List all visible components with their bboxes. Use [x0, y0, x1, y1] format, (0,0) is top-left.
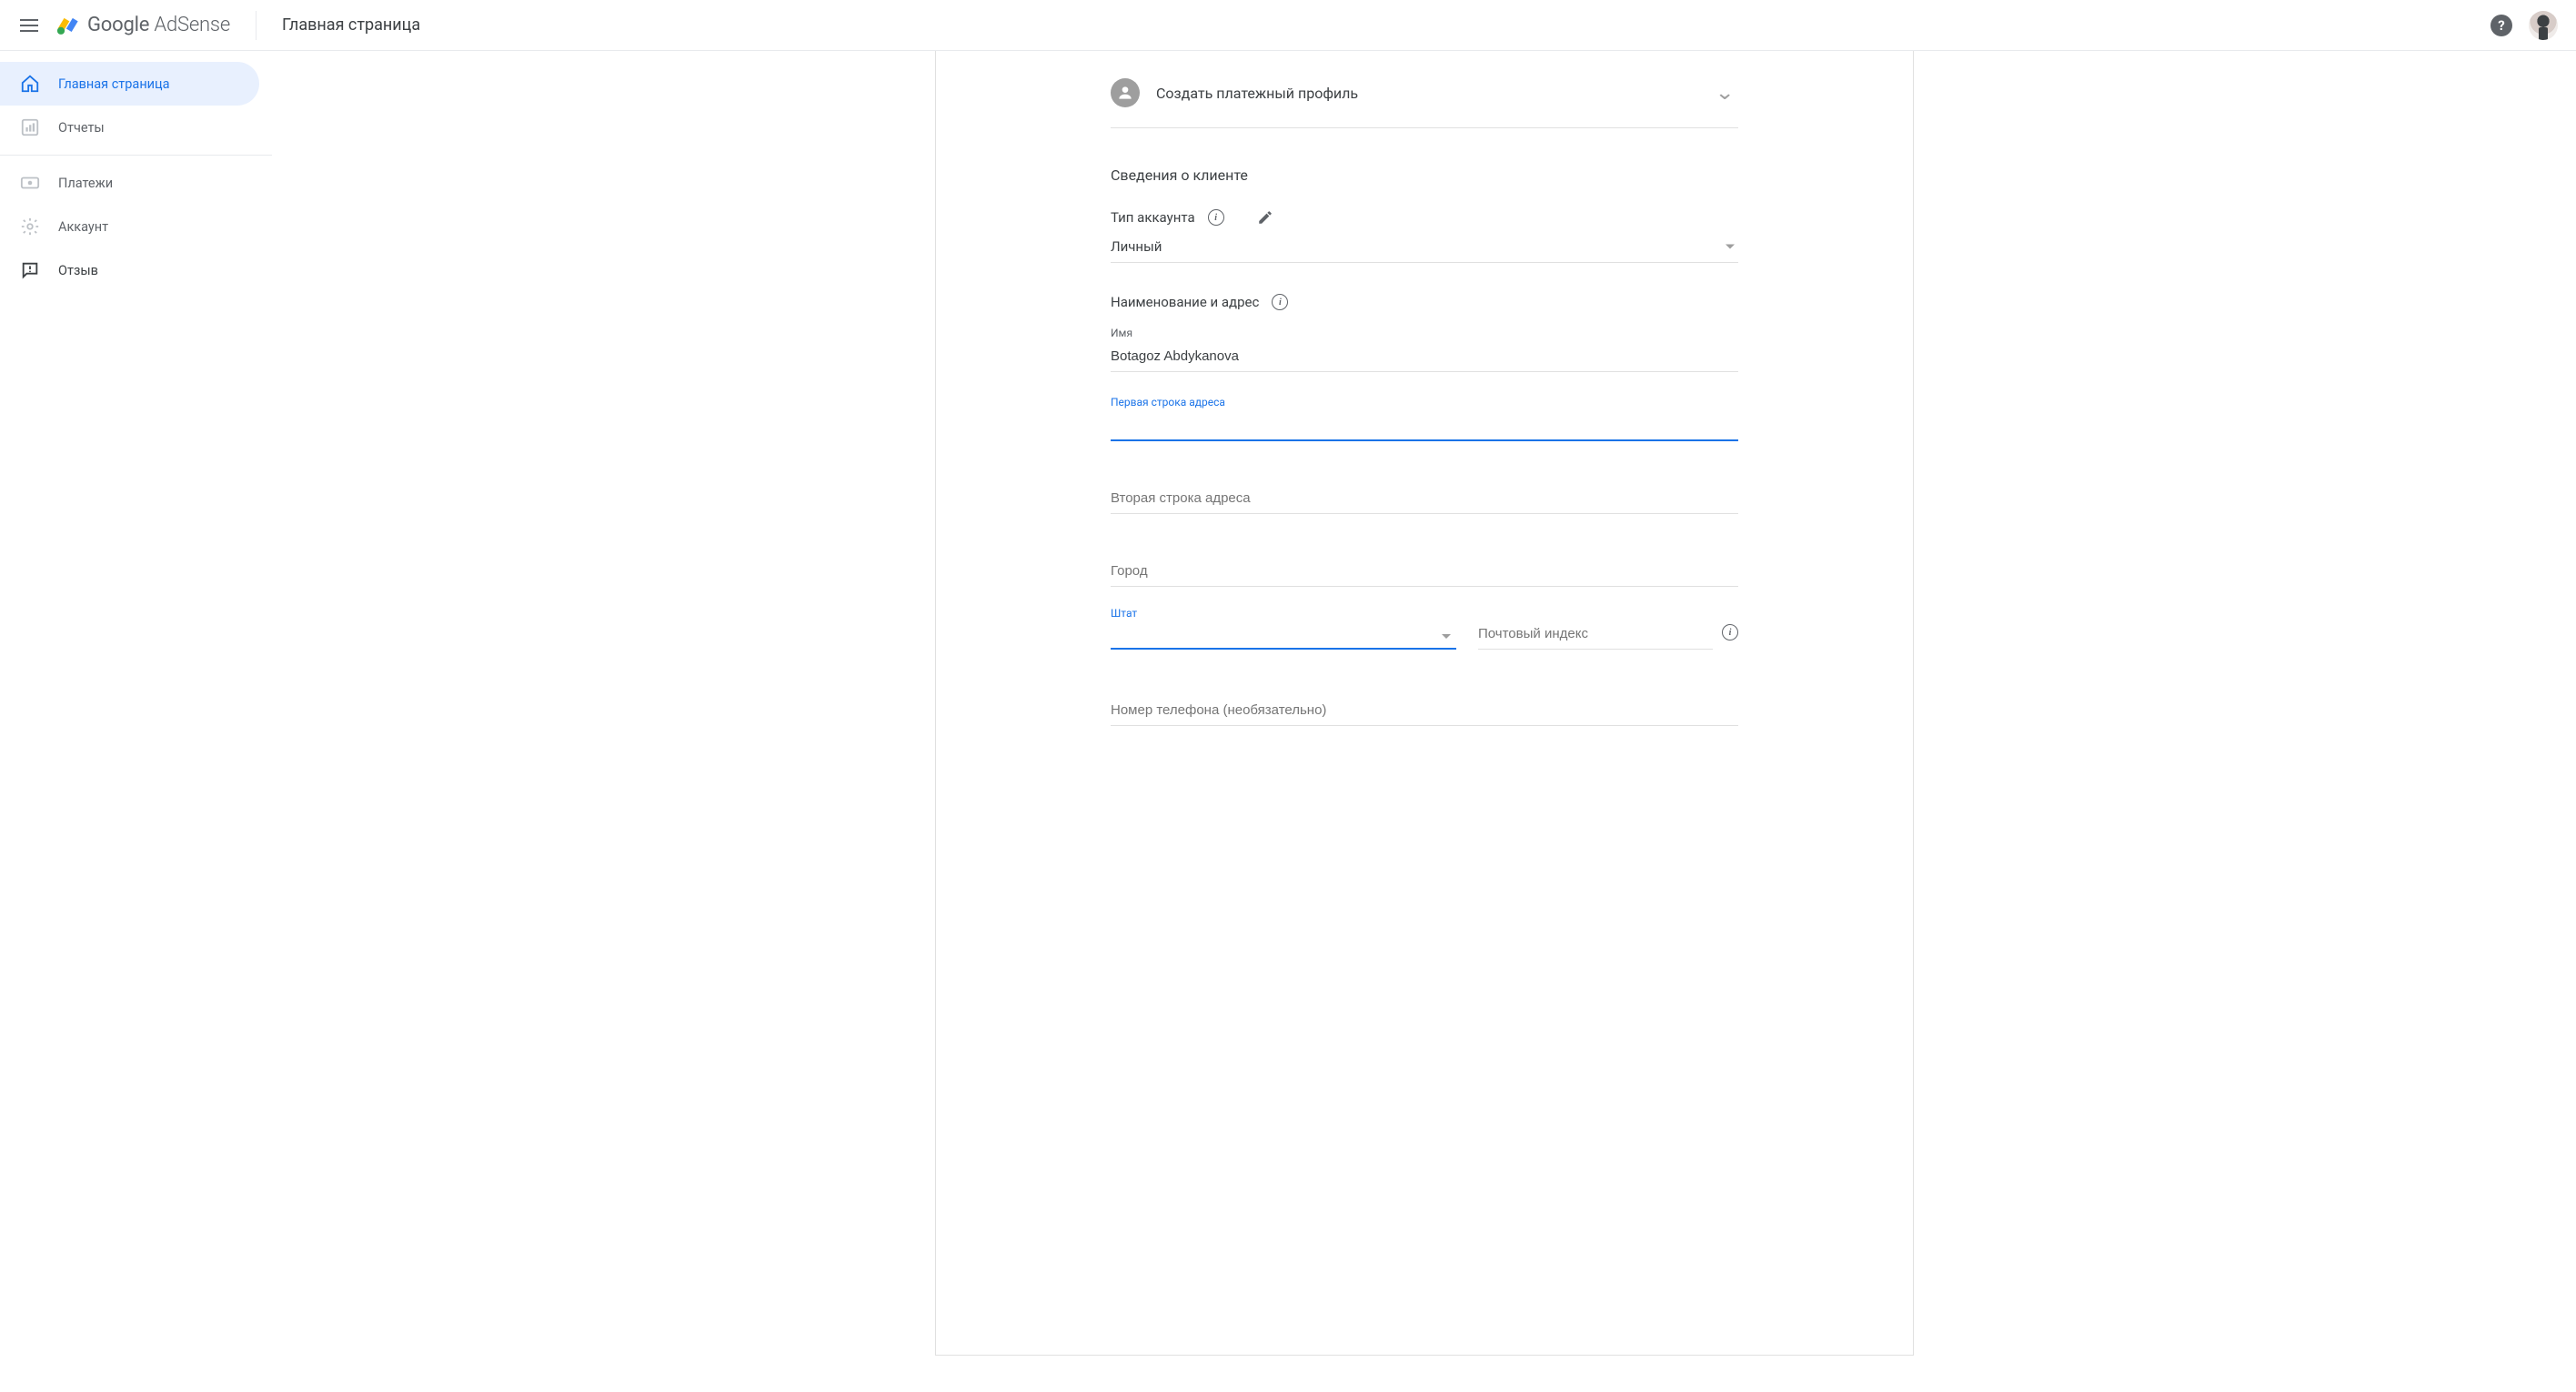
payments-icon: [20, 173, 40, 193]
sidebar-item-label: Отзыв: [58, 263, 98, 278]
feedback-icon: [20, 260, 40, 280]
state-select[interactable]: [1111, 623, 1456, 650]
address1-field-label: Первая строка адреса: [1111, 396, 1738, 409]
sidebar-item-label: Платежи: [58, 176, 113, 191]
home-icon: [20, 74, 40, 94]
sidebar-item-label: Главная страница: [58, 76, 170, 92]
adsense-logo-icon: [55, 13, 80, 38]
create-payment-profile-row[interactable]: Создать платежный профиль ⌄: [1111, 69, 1738, 128]
edit-account-type-button[interactable]: [1257, 209, 1273, 226]
profile-row-title: Создать платежный профиль: [1156, 85, 1716, 102]
sidebar-item-label: Отчеты: [58, 120, 105, 136]
account-avatar[interactable]: [2529, 11, 2558, 40]
sidebar-item-label: Аккаунт: [58, 219, 108, 235]
gear-icon: [20, 217, 40, 237]
section-title-client-info: Сведения о клиенте: [1111, 166, 1738, 184]
sidebar: Главная страница Отчеты Платежи Аккаунт: [0, 51, 273, 1392]
state-field-label: Штат: [1111, 607, 1456, 620]
main-content: Создать платежный профиль ⌄ Сведения о к…: [273, 51, 2576, 1392]
account-type-value: Личный: [1111, 238, 1162, 255]
phone-input[interactable]: [1111, 697, 1738, 726]
help-icon: ?: [2498, 17, 2504, 34]
sidebar-item-home[interactable]: Главная страница: [0, 62, 259, 106]
info-icon[interactable]: i: [1722, 624, 1738, 641]
sidebar-item-feedback[interactable]: Отзыв: [0, 248, 259, 292]
hamburger-icon: [20, 19, 38, 32]
account-type-label: Тип аккаунта: [1111, 209, 1195, 226]
sidebar-item-reports[interactable]: Отчеты: [0, 106, 259, 149]
hamburger-menu-button[interactable]: [11, 7, 47, 44]
postal-code-input[interactable]: [1478, 620, 1713, 650]
chevron-down-icon: ⌄: [1715, 82, 1735, 105]
brand-logo[interactable]: Google AdSense: [55, 13, 230, 38]
address1-input[interactable]: [1111, 412, 1738, 441]
brand-text: Google AdSense: [87, 14, 230, 36]
sidebar-divider: [0, 155, 272, 156]
form-card: Создать платежный профиль ⌄ Сведения о к…: [935, 51, 1914, 1356]
info-icon[interactable]: i: [1208, 209, 1224, 226]
header-divider: [256, 11, 257, 40]
sidebar-item-account[interactable]: Аккаунт: [0, 205, 259, 248]
info-icon[interactable]: i: [1272, 294, 1288, 310]
bar-chart-icon: [20, 117, 40, 137]
app-header: Google AdSense Главная страница ?: [0, 0, 2576, 51]
sidebar-item-payments[interactable]: Платежи: [0, 161, 259, 205]
page-title: Главная страница: [282, 15, 420, 35]
account-type-select[interactable]: Личный: [1111, 231, 1738, 263]
help-button[interactable]: ?: [2490, 15, 2512, 36]
caret-down-icon: [1726, 245, 1735, 249]
person-icon: [1111, 78, 1140, 107]
address2-input[interactable]: [1111, 485, 1738, 514]
name-input[interactable]: [1111, 343, 1738, 372]
name-field-label: Имя: [1111, 327, 1738, 339]
caret-down-icon: [1442, 634, 1451, 639]
name-address-label: Наименование и адрес: [1111, 294, 1259, 310]
city-input[interactable]: [1111, 558, 1738, 587]
